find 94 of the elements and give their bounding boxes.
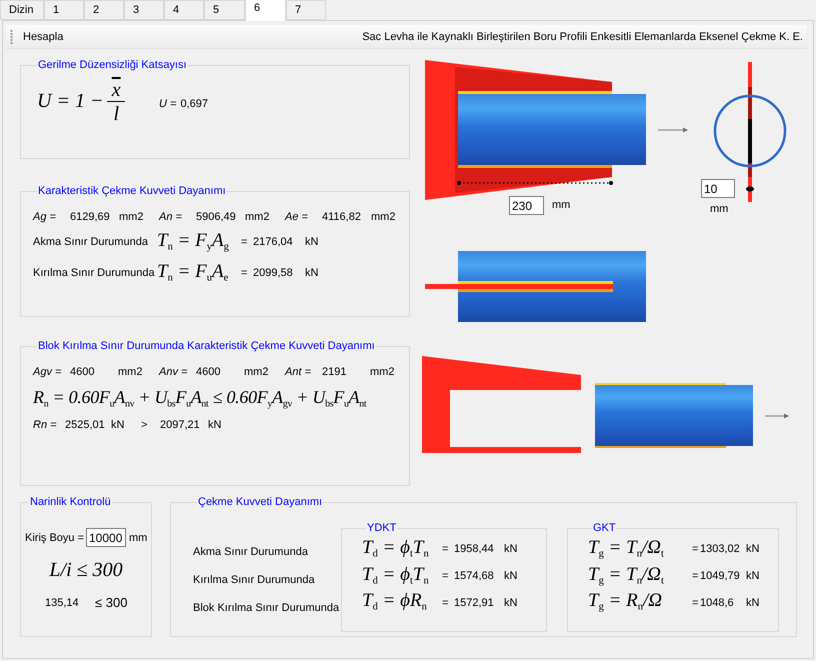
formula: T$_{d}$ = ϕR$_{n}$ bbox=[362, 589, 428, 616]
area-value: 4600 bbox=[196, 366, 222, 378]
area-label: Ae = bbox=[285, 211, 309, 223]
result-value: 2099,58 bbox=[253, 267, 294, 280]
area-unit: mm2 bbox=[244, 366, 270, 378]
result-value: 1048,6 bbox=[700, 596, 735, 609]
thickness-field[interactable]: 10 bbox=[701, 179, 735, 198]
area-unit: mm2 bbox=[370, 366, 394, 378]
area-unit: mm2 bbox=[245, 211, 270, 223]
toolbar-title: Sac Levha ile Kaynaklı Birleştirilen Boru Profili Enkesitli Elemanlarda Eksenel Çekme K. E. bbox=[362, 30, 803, 42]
tab[interactable]: 3 bbox=[124, 0, 164, 20]
formula: L/i ≤ 300 bbox=[49, 558, 123, 583]
tab[interactable]: 5 bbox=[204, 0, 245, 20]
tab[interactable]: 4 bbox=[164, 0, 204, 20]
limit-value: 2097,21 bbox=[160, 419, 201, 432]
limit-value: ≤ 300 bbox=[95, 595, 128, 610]
result-value: 1049,79 bbox=[700, 570, 741, 582]
group-title: Narinlik Kontrolü bbox=[29, 496, 112, 508]
unit-label: mm bbox=[710, 203, 728, 215]
tab[interactable]: 6 bbox=[245, 0, 286, 21]
area-label: Anv = bbox=[159, 366, 188, 378]
unit-label: kN bbox=[746, 570, 760, 582]
result-value: 1574,68 bbox=[454, 570, 495, 582]
result-label: U = bbox=[159, 98, 176, 110]
row-label: Akma Sınır Durumunda bbox=[193, 546, 309, 558]
calculate-button[interactable]: Hesapla bbox=[19, 28, 68, 44]
formula: T$_{d}$ = ϕ$_{t}$T$_{n}$ bbox=[362, 536, 430, 562]
formula: T$_{d}$ = ϕ$_{t}$T$_{n}$ bbox=[362, 562, 430, 588]
comparison-sign: > bbox=[141, 419, 148, 432]
area-value: 4600 bbox=[70, 366, 96, 378]
result-value: 0,697 bbox=[180, 98, 208, 110]
area-value: 2191 bbox=[322, 366, 348, 378]
formula: T$_{g}$ = R$_{n}$/Ω bbox=[588, 589, 663, 616]
row-label: Blok Kırılma Sınır Durumunda bbox=[193, 602, 340, 614]
arrow-icon bbox=[765, 414, 789, 418]
unit-label: kN bbox=[305, 236, 318, 248]
area-value: 6129,69 bbox=[70, 211, 111, 223]
group-title: GKT bbox=[592, 522, 617, 534]
tab[interactable]: 1 bbox=[44, 0, 84, 20]
arrow-icon bbox=[658, 128, 688, 132]
equals-sign: = bbox=[692, 543, 700, 556]
unit-label: mm bbox=[552, 199, 570, 211]
area-unit: mm2 bbox=[371, 211, 396, 223]
equals-sign: = bbox=[692, 596, 700, 609]
formula: T$_{g}$ = T$_{n}$/Ω$_{t}$ bbox=[588, 536, 665, 562]
equals-sign: = bbox=[442, 596, 450, 609]
grip-icon bbox=[10, 28, 13, 44]
formula: R$_{n}$ = 0.60F$_{u}$A$_{nv}$ + U$_{bs}$F$_{u}$A$_{nt}$ ≤ 0.60F$_{y}$A$_{gv}$ + U$_{bs}$F$_{u}$A$_{nt}$ bbox=[33, 386, 366, 412]
result-value: 1303,02 bbox=[700, 543, 741, 556]
area-label: Ant = bbox=[285, 366, 312, 378]
result-value: 2525,01 bbox=[65, 419, 106, 432]
equals-sign: = bbox=[442, 570, 450, 582]
unit-label: kN bbox=[305, 267, 318, 280]
weld-length-field[interactable]: 230 bbox=[509, 196, 544, 215]
row-label: Kırılma Sınır Durumunda bbox=[193, 574, 316, 586]
formula: T$_{n}$ = F$_{y}$A$_{g}$ bbox=[157, 229, 230, 255]
length-field[interactable]: 10000 bbox=[86, 528, 126, 547]
formula: T$_{g}$ = T$_{n}$/Ω$_{t}$ bbox=[588, 562, 665, 588]
area-unit: mm2 bbox=[119, 211, 144, 223]
area-label: An = bbox=[159, 211, 183, 223]
area-label: Ag = bbox=[33, 211, 57, 223]
row-label: Kırılma Sınır Durumunda bbox=[33, 267, 156, 280]
unit-label: kN bbox=[504, 570, 518, 582]
slenderness-value: 135,14 bbox=[45, 596, 80, 608]
area-label: Agv = bbox=[33, 366, 62, 378]
unit-label: mm bbox=[129, 532, 148, 544]
group-title: Blok Kırılma Sınır Durumunda Karakteristik Çekme Kuvveti Dayanımı bbox=[37, 340, 376, 352]
result-label: Rn = bbox=[33, 419, 58, 432]
unit-label: kN bbox=[208, 419, 222, 432]
area-value: 5906,49 bbox=[196, 211, 237, 223]
formula: T$_{n}$ = F$_{u}$A$_{e}$ bbox=[157, 260, 230, 286]
unit-label: kN bbox=[746, 543, 760, 556]
equals-sign: = bbox=[442, 543, 450, 556]
tab[interactable]: Dizin bbox=[0, 0, 44, 20]
unit-label: kN bbox=[504, 543, 518, 556]
unit-label: kN bbox=[111, 419, 126, 432]
group-title: Çekme Kuvveti Dayanımı bbox=[197, 496, 324, 508]
equals-sign: = bbox=[241, 267, 248, 280]
group-title: Karakteristik Çekme Kuvveti Dayanımı bbox=[37, 185, 227, 197]
result-value: 2176,04 bbox=[253, 236, 294, 248]
area-unit: mm2 bbox=[118, 366, 144, 378]
length-label: Kiriş Boyu = bbox=[25, 532, 84, 544]
equals-sign: = bbox=[692, 570, 700, 582]
equals-sign: = bbox=[241, 236, 248, 248]
unit-label: kN bbox=[746, 596, 760, 609]
unit-label: kN bbox=[504, 596, 518, 609]
result-value: 1572,91 bbox=[454, 596, 495, 609]
group-title: Gerilme Düzensizliği Katsayısı bbox=[37, 59, 188, 71]
result-value: 1958,44 bbox=[454, 543, 495, 556]
row-label: Akma Sınır Durumunda bbox=[33, 236, 149, 248]
tab[interactable]: 7 bbox=[286, 0, 326, 20]
tab[interactable]: 2 bbox=[84, 0, 124, 20]
area-value: 4116,82 bbox=[322, 211, 362, 223]
group-title: YDKT bbox=[366, 522, 398, 534]
